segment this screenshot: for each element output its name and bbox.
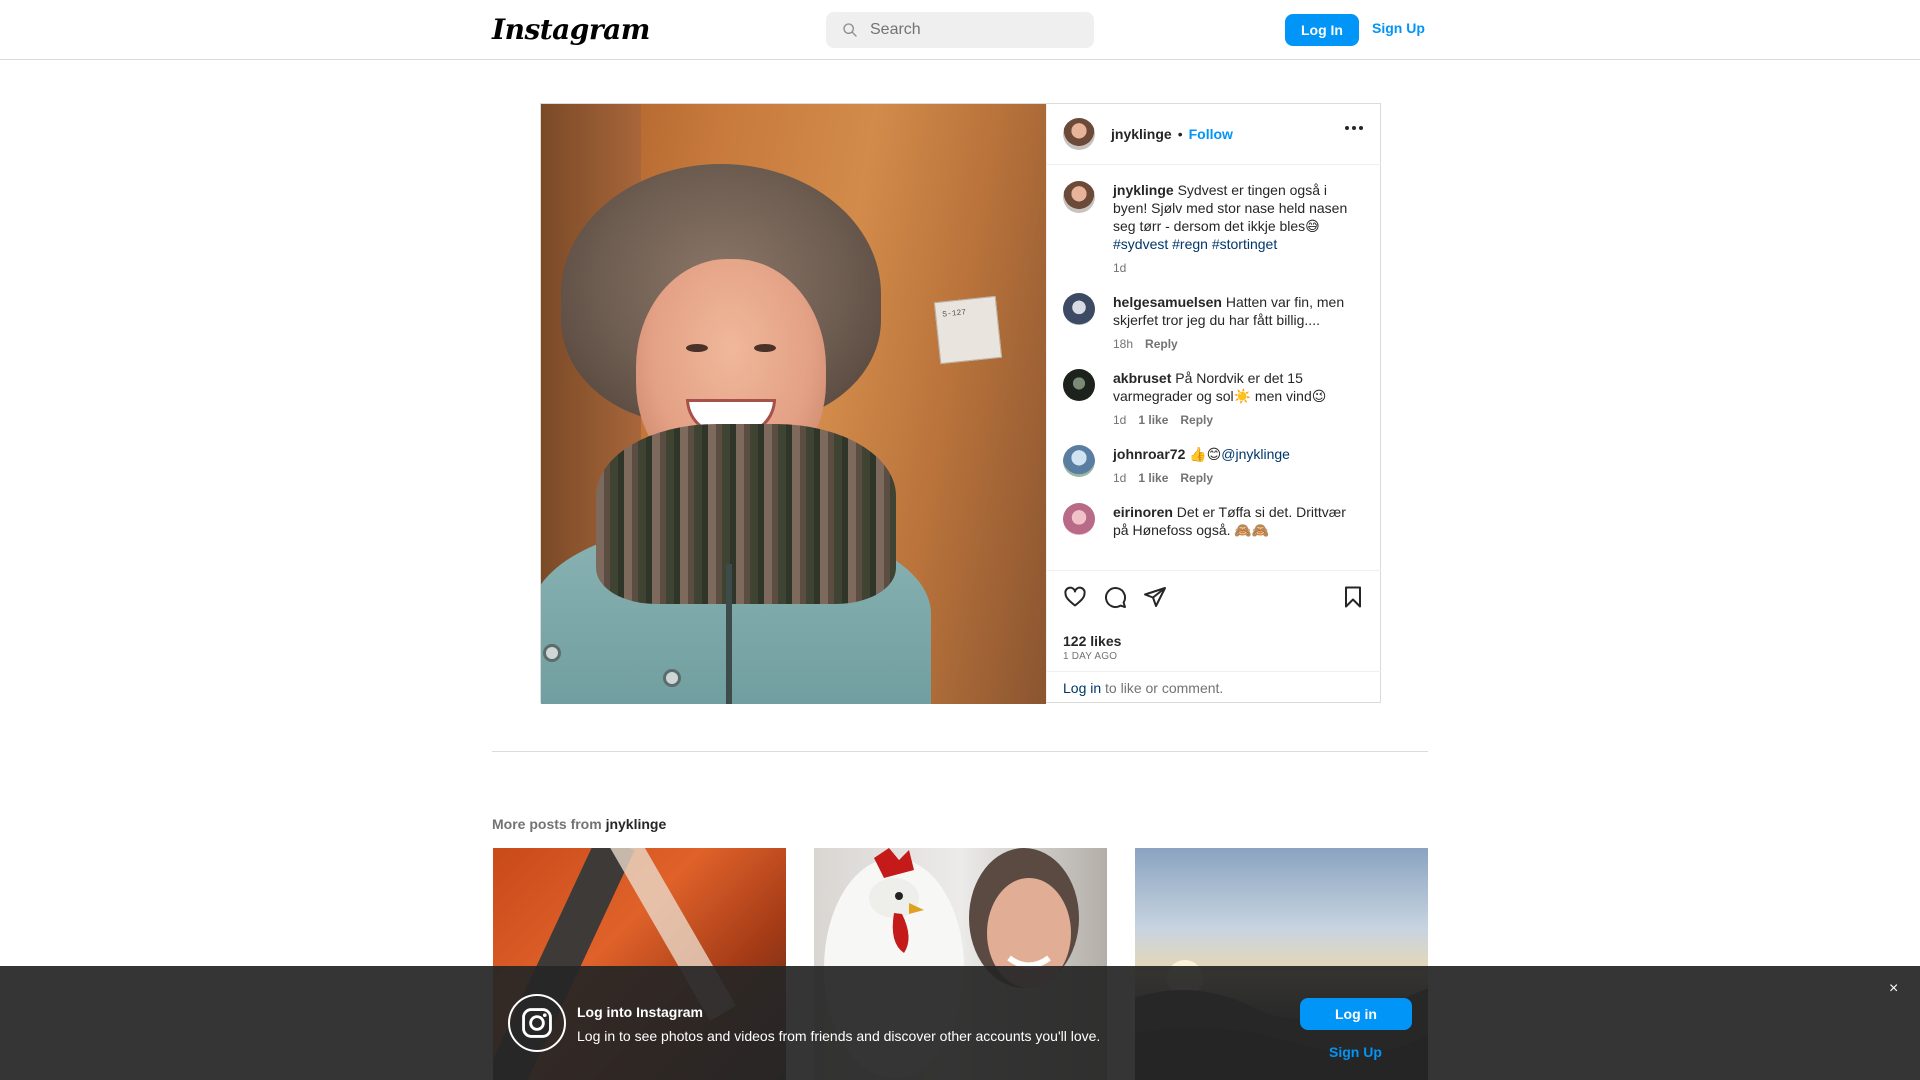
commenter-username[interactable]: eirinoren <box>1113 504 1173 520</box>
commenter-username[interactable]: helgesamuelsen <box>1113 294 1222 310</box>
hashtag-link[interactable]: #regn <box>1172 236 1208 252</box>
photo-snap-button <box>663 669 681 687</box>
photo-eye-left <box>686 344 708 352</box>
caption-username[interactable]: jnyklinge <box>1113 182 1174 198</box>
photo-eye-right <box>754 344 776 352</box>
post-timestamp: 1 DAY AGO <box>1063 651 1118 662</box>
separator-dot: • <box>1177 126 1183 142</box>
close-icon[interactable]: × <box>1889 980 1898 998</box>
heart-icon[interactable] <box>1063 585 1087 609</box>
section-divider <box>492 751 1428 752</box>
commenter-username[interactable]: akbruset <box>1113 370 1171 386</box>
reply-button[interactable]: Reply <box>1145 337 1178 351</box>
author-username[interactable]: jnyklinge <box>1111 126 1172 142</box>
caption: jnyklinge Sydvest er tingen også i byen!… <box>1063 181 1365 275</box>
banner-login-button[interactable]: Log in <box>1300 998 1412 1030</box>
login-link[interactable]: Log in <box>1063 680 1101 696</box>
hashtag-link[interactable]: #sydvest <box>1113 236 1168 252</box>
photo-zipper <box>726 564 732 704</box>
caption-text: jnyklinge Sydvest er tingen også i byen!… <box>1113 181 1365 253</box>
comment-likes[interactable]: 1 like <box>1138 413 1168 427</box>
search-icon <box>843 23 857 37</box>
comment-text: eirinoren Det er Tøffa si det. Drittvær … <box>1113 503 1365 539</box>
post-header: jnyklinge • Follow <box>1047 104 1381 165</box>
comment-item: akbruset På Nordvik er det 15 varmegrade… <box>1063 369 1365 427</box>
comment-icon[interactable] <box>1103 585 1127 609</box>
comment-likes[interactable]: 1 like <box>1138 471 1168 485</box>
more-options-icon[interactable] <box>1345 126 1363 130</box>
photo-room-plaque: S-127 <box>933 295 1003 365</box>
comment-time: 1d <box>1113 413 1127 427</box>
search-bar[interactable] <box>826 12 1094 48</box>
reply-button[interactable]: Reply <box>1180 413 1213 427</box>
plaque-text: S-127 <box>941 308 967 320</box>
more-posts-prefix: More posts from <box>492 816 606 832</box>
more-posts-username[interactable]: jnyklinge <box>606 816 667 832</box>
commenter-username[interactable]: johnroar72 <box>1113 446 1185 462</box>
signup-link[interactable]: Sign Up <box>1372 20 1425 36</box>
photo-snap-button <box>543 644 561 662</box>
follow-button[interactable]: Follow <box>1189 126 1233 142</box>
commenter-avatar[interactable] <box>1063 369 1095 401</box>
banner-title: Log into Instagram <box>577 1004 703 1020</box>
comments-list[interactable]: jnyklinge Sydvest er tingen også i byen!… <box>1047 165 1381 570</box>
instagram-logo-icon <box>508 994 566 1052</box>
commenter-avatar[interactable] <box>1063 503 1095 535</box>
comment-text: johnroar72 👍😊@jnyklinge <box>1113 445 1365 463</box>
banner-subtitle: Log in to see photos and videos from fri… <box>577 1028 1101 1044</box>
bookmark-icon[interactable] <box>1341 585 1365 609</box>
caption-avatar[interactable] <box>1063 181 1095 213</box>
comment-item: helgesamuelsen Hatten var fin, men skjer… <box>1063 293 1365 351</box>
author-avatar[interactable] <box>1063 118 1095 150</box>
photo-scarf <box>596 424 896 604</box>
comment-text: akbruset På Nordvik er det 15 varmegrade… <box>1113 369 1365 405</box>
caption-time: 1d <box>1113 261 1127 275</box>
more-posts-heading: More posts from jnyklinge <box>492 816 666 832</box>
comment-text: helgesamuelsen Hatten var fin, men skjer… <box>1113 293 1365 329</box>
search-input[interactable] <box>870 21 1070 39</box>
post-card: S-127 jnyklinge • Follow jnyklinge Sydve… <box>540 103 1381 704</box>
comment-time: 1d <box>1113 471 1127 485</box>
mention-link[interactable]: @jnyklinge <box>1221 446 1290 462</box>
post-sidebar: jnyklinge • Follow jnyklinge Sydvest er … <box>1046 104 1381 702</box>
top-nav: Instagram Log In Sign Up <box>0 0 1920 60</box>
post-actions: 122 likes 1 DAY AGO Log in to like or co… <box>1047 570 1381 702</box>
reply-button[interactable]: Reply <box>1180 471 1213 485</box>
banner-signup-link[interactable]: Sign Up <box>1329 1044 1382 1060</box>
instagram-logo[interactable]: Instagram <box>492 13 650 46</box>
likes-count[interactable]: 122 likes <box>1063 633 1121 649</box>
comment-time: 18h <box>1113 337 1134 351</box>
comment-item: eirinoren Det er Tøffa si det. Drittvær … <box>1063 503 1365 539</box>
post-photo[interactable]: S-127 <box>541 104 1046 704</box>
share-icon[interactable] <box>1143 585 1167 609</box>
comment-body: 👍😊 <box>1185 446 1222 462</box>
login-to-comment: Log in to like or comment. <box>1047 671 1381 703</box>
commenter-avatar[interactable] <box>1063 445 1095 477</box>
login-banner: Log into Instagram Log in to see photos … <box>0 966 1920 1080</box>
commenter-avatar[interactable] <box>1063 293 1095 325</box>
login-button[interactable]: Log In <box>1285 14 1359 46</box>
hashtag-link[interactable]: #stortinget <box>1212 236 1277 252</box>
login-prompt-rest: to like or comment. <box>1101 680 1224 696</box>
close-glyph: × <box>1889 980 1899 997</box>
comment-item: johnroar72 👍😊@jnyklinge 1d 1 like Reply <box>1063 445 1365 485</box>
